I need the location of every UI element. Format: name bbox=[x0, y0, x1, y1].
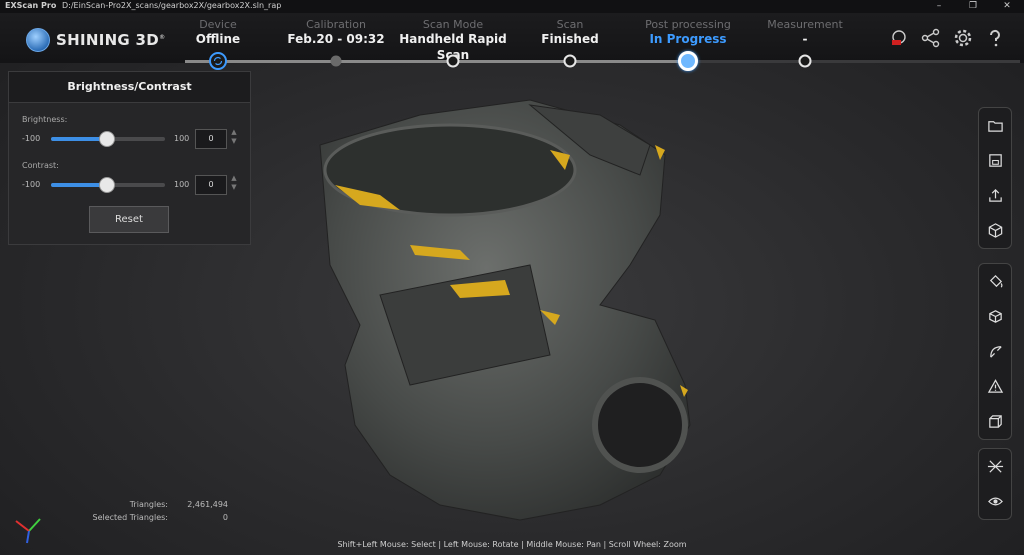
contrast-value-input[interactable]: 0 bbox=[195, 175, 227, 195]
brightness-contrast-panel: Brightness/Contrast Brightness: -100 100… bbox=[8, 71, 251, 245]
brightness-spinner[interactable]: ▲ ▼ bbox=[229, 128, 239, 148]
header-icons bbox=[888, 27, 1010, 49]
minimize-button[interactable]: – bbox=[922, 0, 956, 13]
brightness-min: -100 bbox=[22, 134, 41, 143]
brightness-max: 100 bbox=[174, 134, 190, 143]
brightness-slider[interactable] bbox=[51, 131, 165, 147]
contrast-slider-knob[interactable] bbox=[99, 177, 115, 193]
title-bar: EXScan Pro D:/EinScan-Pro2X_scans/gearbo… bbox=[0, 0, 1024, 13]
step-label: Scan bbox=[556, 18, 584, 31]
brand-name: SHINING 3D bbox=[56, 31, 160, 49]
view-toolbar bbox=[978, 448, 1012, 520]
step-label: Device bbox=[199, 18, 237, 31]
device-refresh-node[interactable] bbox=[209, 52, 227, 70]
workflow-header: SHINING 3D® Device Offline Calibration F… bbox=[0, 13, 1024, 71]
brightness-label: Brightness: bbox=[22, 115, 68, 124]
reset-button[interactable]: Reset bbox=[89, 206, 169, 233]
selected-triangles-label: Selected Triangles: bbox=[92, 513, 168, 522]
share-icon[interactable] bbox=[920, 27, 946, 49]
step-measurement[interactable]: Measurement - bbox=[745, 18, 865, 47]
step-value: In Progress bbox=[649, 32, 727, 46]
measurement-node[interactable] bbox=[798, 54, 812, 68]
mouse-controls-hint: Shift+Left Mouse: Select | Left Mouse: R… bbox=[337, 540, 687, 549]
record-icon[interactable] bbox=[888, 27, 914, 49]
close-button[interactable]: ✕ bbox=[990, 0, 1024, 13]
progress-track bbox=[185, 60, 1020, 63]
file-toolbar bbox=[978, 107, 1012, 249]
step-calibration[interactable]: Calibration Feb.20 - 09:32 bbox=[276, 18, 396, 47]
file-path: D:/EinScan-Pro2X_scans/gearbox2X/gearbox… bbox=[62, 1, 282, 10]
step-value: Finished bbox=[541, 32, 599, 46]
panel-title: Brightness/Contrast bbox=[9, 72, 250, 103]
step-value: Offline bbox=[195, 32, 241, 46]
3d-box-icon[interactable] bbox=[979, 213, 1011, 248]
step-label: Calibration bbox=[306, 18, 366, 31]
brightness-slider-knob[interactable] bbox=[99, 131, 115, 147]
post-processing-node[interactable] bbox=[678, 51, 698, 71]
save-icon[interactable] bbox=[979, 143, 1011, 178]
contrast-spinner[interactable]: ▲ ▼ bbox=[229, 174, 239, 194]
app-name: EXScan Pro bbox=[5, 1, 57, 10]
maximize-button[interactable]: ❐ bbox=[956, 0, 990, 13]
step-device[interactable]: Device Offline bbox=[158, 18, 278, 47]
step-scan[interactable]: Scan Finished bbox=[510, 18, 630, 47]
paint-bucket-icon[interactable] bbox=[979, 264, 1011, 299]
triangles-label: Triangles: bbox=[129, 500, 168, 509]
mesh-stats: Triangles: 2,461,494 Selected Triangles:… bbox=[70, 500, 230, 526]
brightness-value-input[interactable]: 0 bbox=[195, 129, 227, 149]
calibration-node[interactable] bbox=[330, 55, 342, 67]
scan-mode-node[interactable] bbox=[446, 54, 460, 68]
window-controls: – ❐ ✕ bbox=[922, 0, 1024, 13]
triangle-warning-icon[interactable] bbox=[979, 369, 1011, 404]
open-folder-icon[interactable] bbox=[979, 108, 1011, 143]
curve-icon[interactable] bbox=[979, 334, 1011, 369]
scan-model-viewport[interactable] bbox=[300, 95, 700, 525]
settings-icon[interactable] bbox=[952, 27, 978, 49]
step-value: Feb.20 - 09:32 bbox=[287, 32, 385, 46]
step-post-processing[interactable]: Post processing In Progress bbox=[628, 18, 748, 47]
wireframe-cube-icon[interactable] bbox=[979, 404, 1011, 439]
help-icon[interactable] bbox=[984, 27, 1010, 49]
step-value: - bbox=[802, 32, 808, 46]
contrast-slider[interactable] bbox=[51, 177, 165, 193]
step-label: Measurement bbox=[767, 18, 843, 31]
edit-toolbar bbox=[978, 263, 1012, 440]
brand-logo: SHINING 3D® bbox=[26, 28, 165, 52]
contrast-min: -100 bbox=[22, 180, 41, 189]
eye-icon[interactable] bbox=[979, 484, 1011, 519]
selected-triangles-value: 0 bbox=[222, 513, 228, 522]
triangles-value: 2,461,494 bbox=[187, 500, 228, 509]
step-label: Scan Mode bbox=[422, 18, 484, 31]
export-icon[interactable] bbox=[979, 178, 1011, 213]
align-icon[interactable] bbox=[979, 449, 1011, 484]
globe-icon bbox=[26, 28, 50, 52]
scan-node[interactable] bbox=[563, 54, 577, 68]
contrast-max: 100 bbox=[174, 180, 190, 189]
step-label: Post processing bbox=[645, 18, 731, 31]
contrast-label: Contrast: bbox=[22, 161, 59, 170]
cube-icon[interactable] bbox=[979, 299, 1011, 334]
